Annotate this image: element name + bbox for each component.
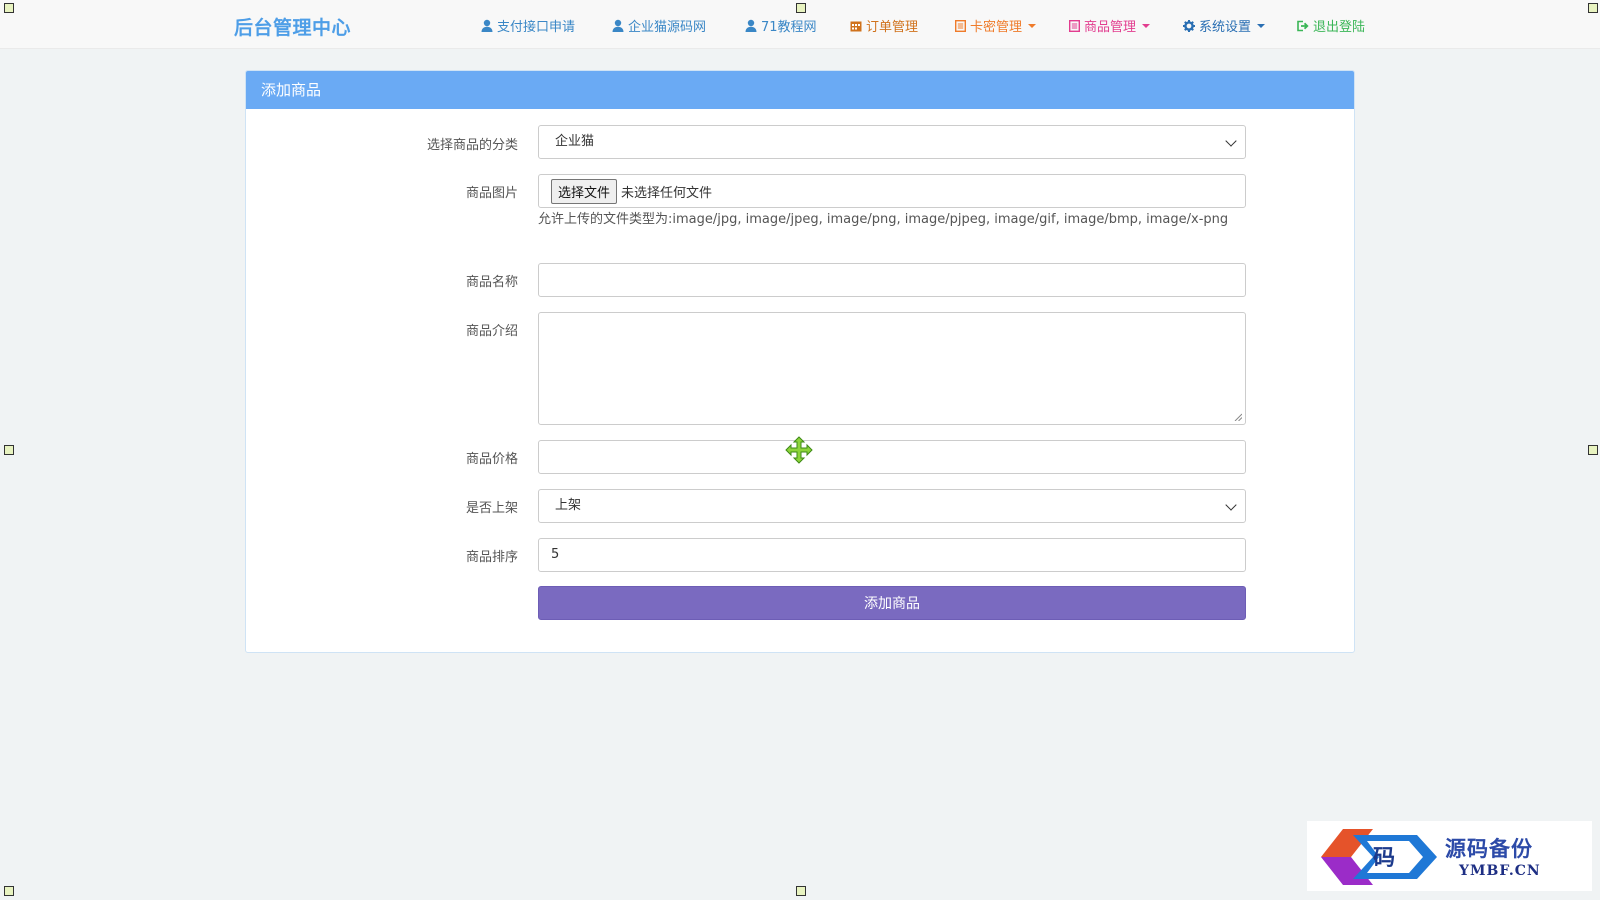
- document-icon: [1069, 19, 1080, 32]
- on-shelf-select[interactable]: 上架: [538, 489, 1246, 523]
- resize-handle-right[interactable]: [1588, 445, 1598, 455]
- gear-icon: [1183, 19, 1195, 32]
- image-file-input[interactable]: 选择文件 未选择任何文件: [538, 174, 1246, 208]
- logout-icon: [1297, 20, 1309, 31]
- watermark-url: YMBF.CN: [1459, 863, 1541, 879]
- resize-handle-top[interactable]: [796, 3, 806, 13]
- product-sort-input[interactable]: 5: [538, 538, 1246, 572]
- nav-products-label: 商品管理: [1084, 20, 1137, 35]
- category-label: 选择商品的分类: [426, 138, 518, 153]
- nav-source-site-label: 企业猫源码网: [628, 20, 707, 35]
- nav-settings-menu[interactable]: 系统设置: [1183, 16, 1266, 35]
- add-product-panel: 添加商品 选择商品的分类 企业猫 商品图片 选择文件 未选择任何文件 允许上传的…: [245, 70, 1355, 653]
- chevron-down-icon: [1225, 499, 1237, 511]
- file-status-text: 未选择任何文件: [621, 185, 713, 201]
- resize-handle-bottom-left[interactable]: [4, 886, 14, 896]
- user-icon: [745, 19, 757, 32]
- nav-source-site[interactable]: 企业猫源码网: [612, 16, 706, 35]
- price-label: 商品价格: [465, 452, 518, 467]
- chevron-down-icon: [1257, 23, 1266, 28]
- nav-orders[interactable]: 订单管理: [850, 16, 918, 35]
- user-icon: [612, 19, 624, 32]
- category-select[interactable]: 企业猫: [538, 125, 1246, 159]
- resize-handle-bottom[interactable]: [796, 886, 806, 896]
- add-product-button[interactable]: 添加商品: [538, 586, 1246, 620]
- brand-title[interactable]: 后台管理中心: [234, 13, 351, 40]
- category-selected-value: 企业猫: [555, 134, 595, 149]
- panel-title: 添加商品: [246, 71, 1354, 109]
- nav-settings-label: 系统设置: [1199, 20, 1252, 35]
- chevron-down-icon: [1142, 23, 1151, 28]
- product-name-input[interactable]: [538, 263, 1246, 297]
- on-shelf-selected-value: 上架: [555, 498, 582, 513]
- product-description-textarea[interactable]: [538, 312, 1246, 425]
- nav-pay-api-label: 支付接口申请: [497, 20, 576, 35]
- description-label: 商品介绍: [465, 324, 518, 339]
- nav-tutorial-site[interactable]: 71教程网: [745, 16, 817, 35]
- watermark-text: 源码备份: [1445, 836, 1533, 861]
- choose-file-button[interactable]: 选择文件: [551, 178, 618, 204]
- nav-logout-label: 退出登陆: [1313, 20, 1366, 35]
- code-logo-icon: 码: [1321, 829, 1437, 885]
- move-cursor-icon[interactable]: [785, 436, 813, 464]
- nav-products-menu[interactable]: 商品管理: [1069, 16, 1151, 35]
- nav-cards-label: 卡密管理: [970, 20, 1023, 35]
- product-price-input[interactable]: [538, 440, 1246, 474]
- nav-pay-api[interactable]: 支付接口申请: [481, 16, 575, 35]
- chevron-down-icon: [1028, 23, 1037, 28]
- resize-handle-top-left[interactable]: [4, 3, 14, 13]
- user-icon: [481, 19, 493, 32]
- nav-orders-label: 订单管理: [866, 20, 919, 35]
- svg-text:码: 码: [1373, 845, 1395, 871]
- resize-handle-top-right[interactable]: [1588, 3, 1598, 13]
- status-label: 是否上架: [465, 501, 518, 516]
- watermark-logo: 码 源码备份 YMBF.CN: [1307, 821, 1592, 891]
- document-icon: [955, 19, 966, 32]
- image-label: 商品图片: [465, 186, 518, 201]
- nav-tutorial-site-label: 71教程网: [761, 20, 817, 35]
- resize-handle-left[interactable]: [4, 445, 14, 455]
- chevron-down-icon: [1225, 135, 1237, 147]
- name-label: 商品名称: [465, 275, 518, 290]
- nav-logout[interactable]: 退出登陆: [1296, 16, 1365, 35]
- calendar-icon: [850, 21, 862, 31]
- nav-cards-menu[interactable]: 卡密管理: [955, 16, 1037, 35]
- file-type-hint: 允许上传的文件类型为:image/jpg, image/jpeg, image/…: [538, 212, 1229, 227]
- resize-grip-icon[interactable]: [1234, 413, 1242, 421]
- sort-label: 商品排序: [465, 550, 518, 565]
